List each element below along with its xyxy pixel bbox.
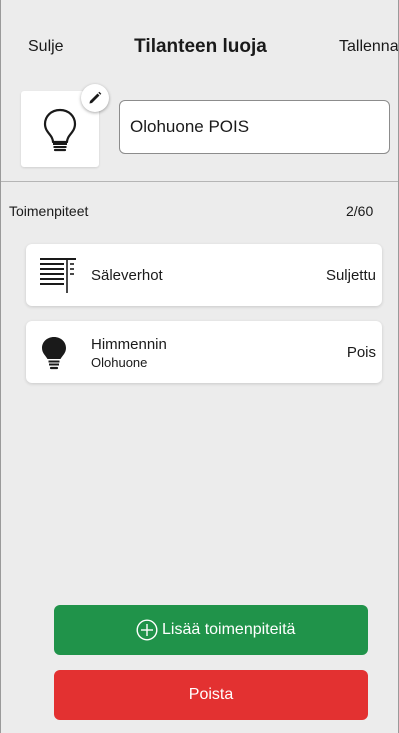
app-frame: Sulje Tilanteen luoja Tallenna Toimenpit… [0, 0, 399, 733]
delete-button[interactable]: Poista [54, 670, 368, 720]
header-divider [1, 181, 398, 182]
blinds-icon [40, 258, 76, 293]
actions-count: 2/60 [346, 203, 374, 219]
action-item-blinds[interactable]: Säleverhot Suljettu [26, 244, 382, 306]
scene-name-input[interactable] [119, 100, 390, 154]
action-sublabel: Olohuone [91, 355, 148, 370]
actions-section-title: Toimenpiteet [9, 203, 89, 219]
edit-icon-button[interactable] [81, 84, 109, 112]
action-status: Suljettu [325, 267, 376, 284]
save-button[interactable]: Tallenna [339, 38, 398, 56]
scene-header: Sulje Tilanteen luoja Tallenna [1, 0, 398, 182]
action-label: Himmennin [91, 336, 167, 353]
lightbulb-icon [43, 108, 77, 152]
action-status: Pois [346, 344, 376, 361]
plus-circle-icon [136, 619, 158, 641]
add-actions-label: Lisää toimenpiteitä [162, 621, 296, 638]
action-label: Säleverhot [91, 267, 163, 284]
add-actions-button[interactable]: Lisää toimenpiteitä [54, 605, 368, 655]
dimmer-bulb-icon [42, 337, 66, 370]
action-item-dimmer[interactable]: Himmennin Olohuone Pois [26, 321, 382, 383]
pencil-icon [89, 91, 102, 104]
